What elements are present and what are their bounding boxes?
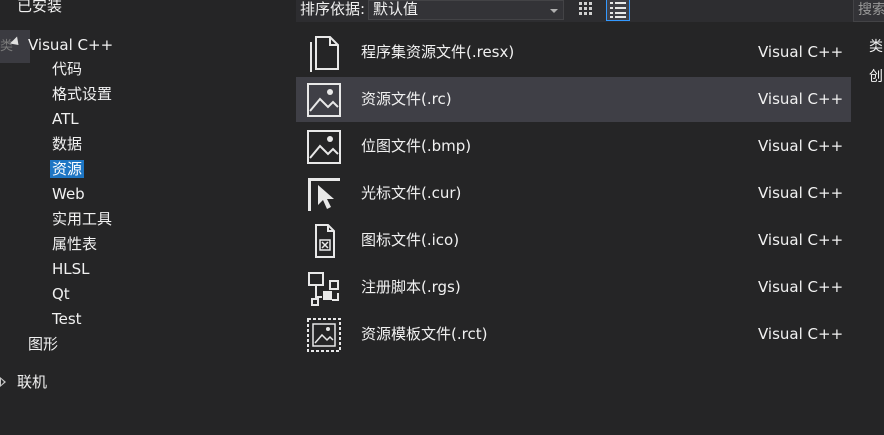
template-language: Visual C++ xyxy=(758,278,844,296)
sort-label: 排序依据: xyxy=(300,0,366,18)
registry-script-icon xyxy=(308,272,339,306)
icon-file-icon xyxy=(315,224,335,258)
template-name: 图标文件(.ico) xyxy=(361,231,460,249)
tree-item-data[interactable]: 数据 xyxy=(52,132,82,156)
tree-item-visual-cpp-label: Visual C++ xyxy=(28,36,114,54)
sort-toolbar: 排序依据: 默认值 xyxy=(296,0,853,22)
list-view-button[interactable] xyxy=(606,0,630,21)
tree-item-formatting[interactable]: 格式设置 xyxy=(52,82,112,106)
template-list: 程序集资源文件(.resx) Visual C++ 资源文件(.rc) Visu… xyxy=(296,30,853,435)
tree-item-visual-cpp[interactable]: Visual C++ xyxy=(28,33,113,57)
template-tree: 已安装 类 Visual C++ 代码 格式设置 ATL 数据 资源 Web 实… xyxy=(0,0,296,435)
tree-item-code[interactable]: 代码 xyxy=(52,57,82,81)
search-placeholder: 搜索 xyxy=(858,2,884,18)
document-icon xyxy=(310,36,339,72)
tree-item-online[interactable]: 联机 xyxy=(17,370,47,394)
template-language: Visual C++ xyxy=(758,184,844,202)
template-language: Visual C++ xyxy=(758,43,844,61)
details-panel: 搜索 类 创 xyxy=(853,0,884,435)
grid-view-button[interactable] xyxy=(576,0,598,20)
chevron-down-icon xyxy=(550,9,558,13)
template-language: Visual C++ xyxy=(758,231,844,249)
tree-item-test[interactable]: Test xyxy=(52,307,82,331)
template-name: 资源文件(.rc) xyxy=(361,90,452,108)
grid-view-icon xyxy=(579,2,592,15)
tree-item-hlsl[interactable]: HLSL xyxy=(52,257,90,281)
tree-item-resource[interactable]: 资源 xyxy=(50,157,85,181)
tree-item-utility[interactable]: 实用工具 xyxy=(52,207,112,231)
image-icon xyxy=(307,83,341,117)
tree-item-installed[interactable]: 已安装 xyxy=(17,0,62,18)
template-item-ico[interactable]: 图标文件(.ico) Visual C++ xyxy=(296,218,851,263)
template-language: Visual C++ xyxy=(758,90,844,108)
template-item-bmp[interactable]: 位图文件(.bmp) Visual C++ xyxy=(296,124,851,169)
cursor-icon xyxy=(308,178,340,211)
tree-item-property-sheets[interactable]: 属性表 xyxy=(52,232,97,256)
sort-dropdown[interactable]: 默认值 xyxy=(368,0,564,20)
resource-template-icon xyxy=(307,318,341,352)
template-name: 资源模板文件(.rct) xyxy=(361,325,488,343)
template-name: 程序集资源文件(.resx) xyxy=(361,43,515,61)
template-name: 注册脚本(.rgs) xyxy=(361,278,461,296)
tree-item-qt[interactable]: Qt xyxy=(52,282,70,306)
tree-item-graphics[interactable]: 图形 xyxy=(28,332,58,356)
type-label: 类 xyxy=(869,39,883,55)
tree-item-atl[interactable]: ATL xyxy=(52,107,79,131)
tree-item-web[interactable]: Web xyxy=(52,182,85,206)
template-item-rct[interactable]: 资源模板文件(.rct) Visual C++ xyxy=(296,312,851,357)
template-language: Visual C++ xyxy=(758,325,844,343)
template-item-cur[interactable]: 光标文件(.cur) Visual C++ xyxy=(296,171,851,216)
created-by-label: 创 xyxy=(869,69,883,85)
template-language: Visual C++ xyxy=(758,137,844,155)
list-view-icon xyxy=(610,2,626,18)
template-item-resx[interactable]: 程序集资源文件(.resx) Visual C++ xyxy=(296,30,851,75)
collapse-arrow-inner xyxy=(1,379,4,385)
sort-dropdown-value: 默认值 xyxy=(373,0,419,18)
template-name: 位图文件(.bmp) xyxy=(361,137,472,155)
tree-item-installed-label: 已安装 xyxy=(17,0,63,15)
template-item-rgs[interactable]: 注册脚本(.rgs) Visual C++ xyxy=(296,265,851,310)
search-input[interactable]: 搜索 xyxy=(853,0,884,22)
template-item-rc[interactable]: 资源文件(.rc) Visual C++ xyxy=(296,77,851,122)
template-name: 光标文件(.cur) xyxy=(361,184,462,202)
bitmap-icon xyxy=(307,130,341,164)
